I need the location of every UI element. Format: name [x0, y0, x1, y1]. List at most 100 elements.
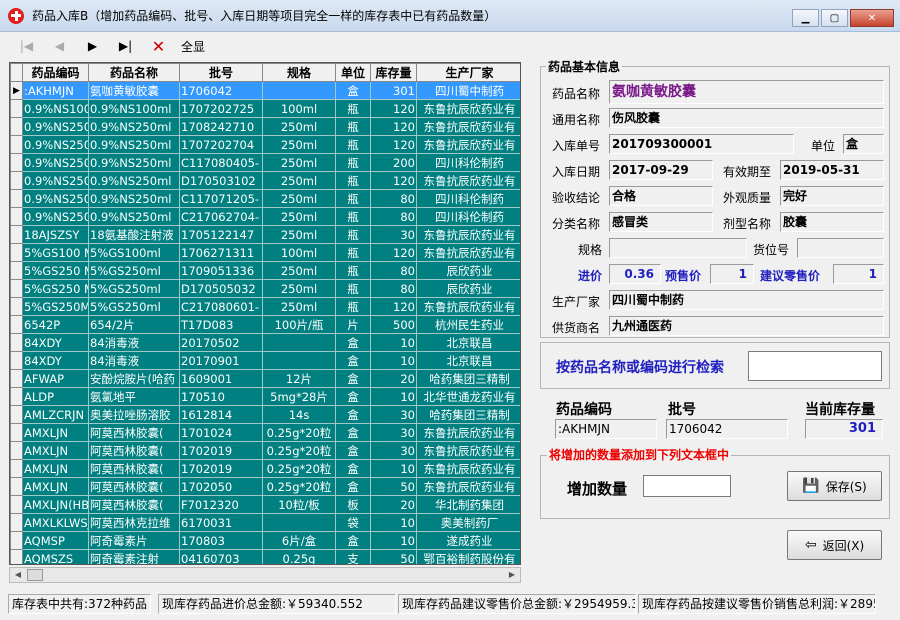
table-cell[interactable]: 100片/瓶: [262, 315, 336, 334]
row-indicator[interactable]: [10, 153, 23, 172]
table-cell[interactable]: 250ml: [262, 207, 336, 226]
save-button[interactable]: 💾 保存(S): [787, 471, 882, 501]
table-cell[interactable]: 170803: [179, 531, 263, 550]
qty-input[interactable]: [643, 475, 731, 497]
table-cell[interactable]: 10: [370, 531, 417, 550]
table-cell[interactable]: 氨氯地平: [88, 387, 180, 406]
column-header[interactable]: 批号: [179, 63, 263, 82]
table-cell[interactable]: 5%GS250 M: [22, 261, 89, 280]
column-header[interactable]: 单位: [335, 63, 371, 82]
table-cell[interactable]: 1705122147: [179, 225, 263, 244]
table-cell[interactable]: 奥美拉唑肠溶胶: [88, 405, 180, 424]
table-cell[interactable]: 瓶: [335, 99, 371, 118]
row-indicator[interactable]: [10, 243, 23, 262]
table-cell[interactable]: 1702019: [179, 441, 263, 460]
table-cell[interactable]: 四川科伦制药: [416, 189, 520, 208]
dosage-form-field[interactable]: 胶囊: [780, 212, 884, 232]
table-cell[interactable]: 6片/盒: [262, 531, 336, 550]
show-all-button[interactable]: 全显: [181, 38, 205, 55]
table-cell[interactable]: 阿莫西林胶囊(: [88, 423, 180, 442]
table-cell[interactable]: 华北制药集团: [416, 495, 520, 514]
table-cell[interactable]: 北华世通龙药业有: [416, 387, 520, 406]
table-cell[interactable]: 10: [370, 459, 417, 478]
table-cell[interactable]: 东鲁抗辰欣药业有: [416, 171, 520, 190]
table-cell[interactable]: 0.9%NS100ml: [88, 99, 180, 118]
table-cell[interactable]: 120: [370, 99, 417, 118]
horizontal-scrollbar[interactable]: ◀ ▶: [9, 567, 521, 583]
table-cell[interactable]: 东鲁抗辰欣药业有: [416, 459, 520, 478]
code-field[interactable]: :AKHMJN: [555, 419, 657, 439]
appearance-field[interactable]: 完好: [780, 186, 884, 206]
common-name-field[interactable]: 伤风胶囊: [609, 108, 884, 128]
table-row[interactable]: AMXLJN 阿莫西林胶囊(1702019 0.25g*20粒盒 30 东鲁抗辰欣药业有: [10, 441, 520, 460]
table-cell[interactable]: 盒: [335, 441, 371, 460]
table-cell[interactable]: 10: [370, 333, 417, 352]
table-cell[interactable]: 80: [370, 261, 417, 280]
table-cell[interactable]: 袋: [335, 513, 371, 532]
table-cell[interactable]: 0.9%NS250ml: [88, 117, 180, 136]
unit-field[interactable]: 盒: [843, 134, 884, 154]
expiry-field[interactable]: 2019-05-31: [780, 160, 884, 180]
table-cell[interactable]: 250ml: [262, 171, 336, 190]
table-row[interactable]: 5%GS250ML5%GS250mlC217080601-250ml瓶120东鲁…: [10, 297, 520, 316]
table-cell[interactable]: 片: [335, 315, 371, 334]
table-cell[interactable]: 瓶: [335, 135, 371, 154]
table-cell[interactable]: 10粒/板: [262, 495, 336, 514]
table-cell[interactable]: 0.9%NS250: [22, 171, 89, 190]
table-row[interactable]: AMLZCRJN 奥美拉唑肠溶胶 1612814 14s 盒 30 哈药集团三精制: [10, 405, 520, 424]
row-indicator[interactable]: [10, 117, 23, 136]
table-cell[interactable]: 1702050: [179, 477, 263, 496]
table-cell[interactable]: 200: [370, 153, 417, 172]
table-cell[interactable]: 瓶: [335, 207, 371, 226]
table-cell[interactable]: 1707202704: [179, 135, 263, 154]
table-cell[interactable]: 0.9%NS250: [22, 117, 89, 136]
table-cell[interactable]: 板: [335, 495, 371, 514]
table-cell[interactable]: AMXLJN: [22, 441, 89, 460]
table-cell[interactable]: 支: [335, 549, 371, 564]
table-cell[interactable]: 瓶: [335, 279, 371, 298]
table-row[interactable]: AMXLJN 阿莫西林胶囊(1702019 0.25g*20粒盒 10 东鲁抗辰欣药业有: [10, 459, 520, 478]
table-cell[interactable]: 100ml: [262, 243, 336, 262]
table-cell[interactable]: 1709051336: [179, 261, 263, 280]
drug-name-field[interactable]: 氨咖黄敏胶囊: [609, 80, 884, 104]
inventory-grid[interactable]: 药品编码 药品名称 批号 规格 单位 库存量 生产厂家 ▶:AKHMJN 氨咖黄敏…: [9, 62, 521, 565]
table-cell[interactable]: 20: [370, 369, 417, 388]
stock-field[interactable]: 301: [805, 419, 883, 439]
table-cell[interactable]: 阿奇霉素注射: [88, 549, 180, 564]
table-cell[interactable]: 250ml: [262, 225, 336, 244]
table-row[interactable]: 0.9%NS100 0.9%NS100ml 1707202725 100ml 瓶 120 东…: [10, 99, 520, 118]
table-cell[interactable]: AQMSP: [22, 531, 89, 550]
table-row[interactable]: 0.9%NS250 0.9%NS250ml C217062704- 250ml 瓶 80 四…: [10, 207, 520, 226]
table-cell[interactable]: 1612814: [179, 405, 263, 424]
table-cell[interactable]: 5%GS250 M: [22, 279, 89, 298]
table-row[interactable]: 0.9%NS250 0.9%NS250ml C117080405- 250ml 瓶 200…: [10, 153, 520, 172]
table-cell[interactable]: 30: [370, 225, 417, 244]
row-indicator[interactable]: [10, 279, 23, 298]
table-cell[interactable]: 东鲁抗辰欣药业有: [416, 297, 520, 316]
table-cell[interactable]: 盒: [335, 81, 371, 100]
table-cell[interactable]: 东鲁抗辰欣药业有: [416, 135, 520, 154]
table-cell[interactable]: 12片: [262, 369, 336, 388]
table-cell[interactable]: 654/2片: [88, 315, 180, 334]
row-indicator[interactable]: ▶: [10, 81, 23, 100]
table-cell[interactable]: 250ml: [262, 261, 336, 280]
row-indicator[interactable]: [10, 351, 23, 370]
table-cell[interactable]: 阿莫西林胶囊(: [88, 441, 180, 460]
table-cell[interactable]: AMXLJN: [22, 477, 89, 496]
search-input[interactable]: [748, 351, 882, 381]
table-cell[interactable]: 0.9%NS250ml: [88, 189, 180, 208]
table-cell[interactable]: 安酚烷胺片(哈药: [88, 369, 180, 388]
table-cell[interactable]: 50: [370, 549, 417, 564]
table-cell[interactable]: 0.25g*20粒: [262, 441, 336, 460]
table-cell[interactable]: 盒: [335, 387, 371, 406]
row-indicator[interactable]: [10, 513, 23, 532]
table-cell[interactable]: 18氨基酸注射液: [88, 225, 180, 244]
table-cell[interactable]: 辰欣药业: [416, 261, 520, 280]
table-cell[interactable]: F7012320: [179, 495, 263, 514]
row-indicator[interactable]: [10, 297, 23, 316]
supplier-field[interactable]: 九州通医药: [609, 316, 884, 336]
scroll-thumb[interactable]: [27, 569, 43, 581]
row-indicator[interactable]: [10, 495, 23, 514]
table-cell[interactable]: [262, 333, 336, 352]
table-cell[interactable]: 20: [370, 495, 417, 514]
